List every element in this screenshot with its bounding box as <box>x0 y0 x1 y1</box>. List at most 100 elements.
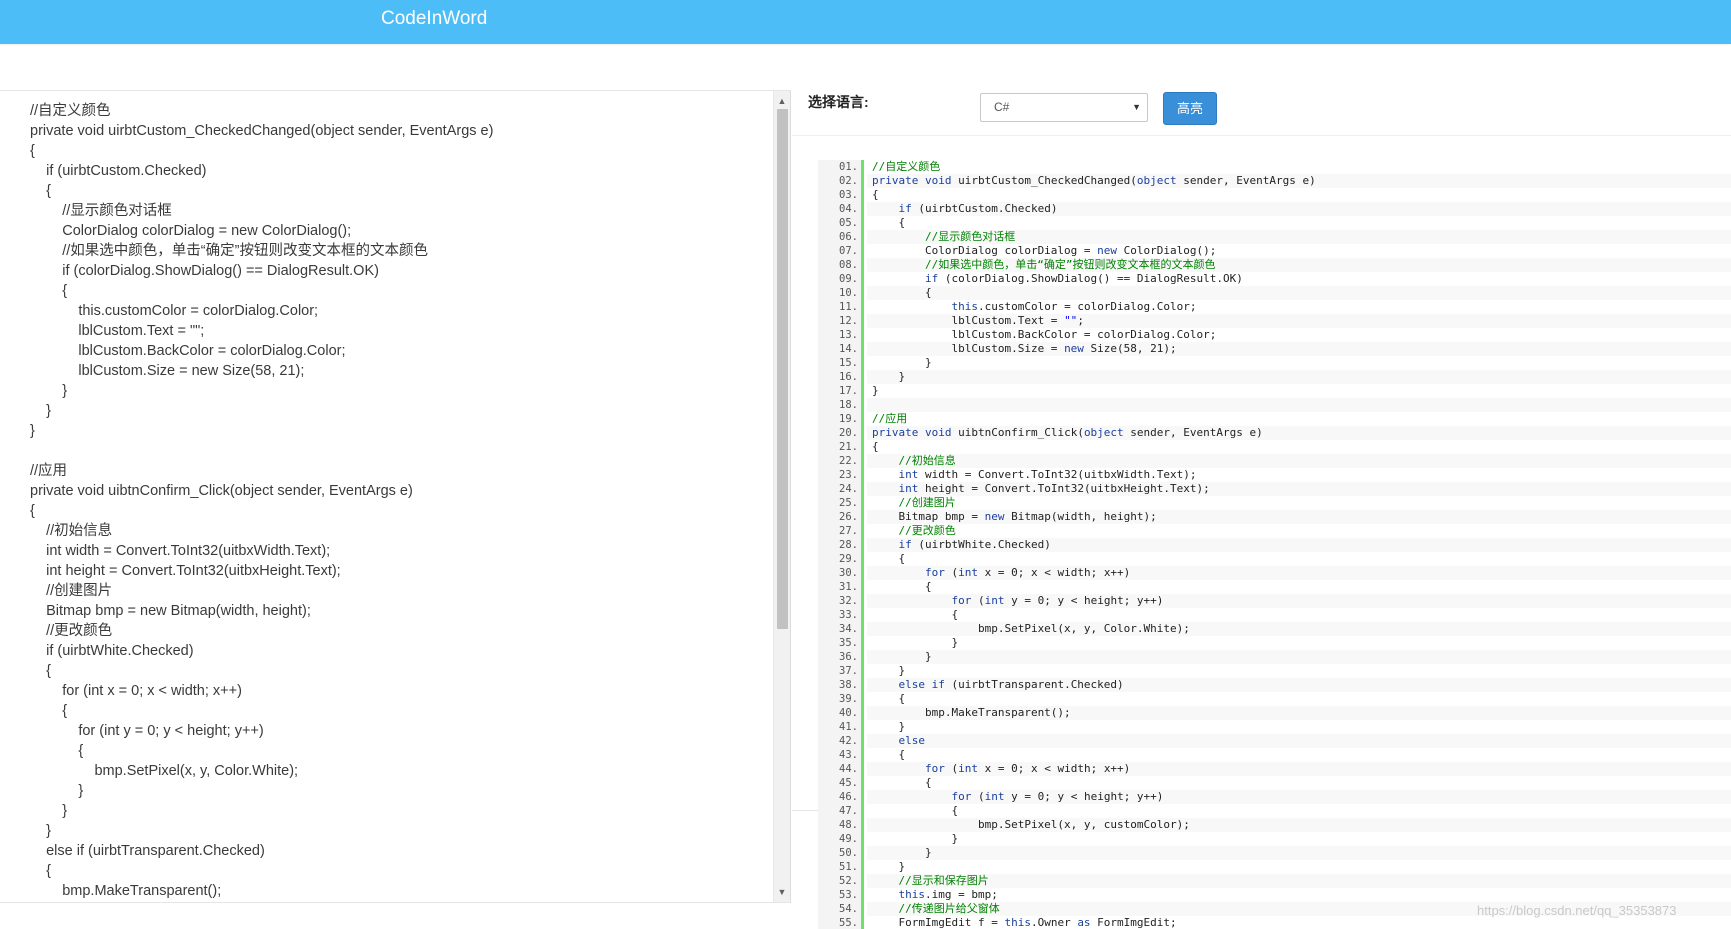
comment-token: //初始信息 <box>898 454 956 467</box>
code-text: private void uirbtCustom_CheckedChanged(… <box>867 174 1731 188</box>
code-token: lblCustom.Text = <box>872 314 1065 327</box>
app-title[interactable]: CodeInWord <box>381 8 487 30</box>
keyword-token: new <box>1064 342 1084 355</box>
highlighted-code-row: 05. { <box>839 216 1731 230</box>
highlighted-code-row: 30. for (int x = 0; x < width; x++) <box>839 566 1731 580</box>
line-number: 24. <box>839 483 858 495</box>
language-select[interactable]: C# ▼ <box>980 93 1148 122</box>
divider <box>792 135 1731 136</box>
scroll-up-arrow-icon[interactable]: ▲ <box>774 93 790 109</box>
code-line: //更改颜色 <box>30 623 113 639</box>
code-token: { <box>872 748 906 761</box>
line-number: 51. <box>839 861 858 873</box>
code-line: private void uirbtCustom_CheckedChanged(… <box>30 123 494 139</box>
code-text: //自定义颜色 <box>867 160 1731 174</box>
comment-token: //应用 <box>872 412 908 425</box>
code-token: (uirbtTransparent.Checked) <box>944 678 1124 691</box>
comment-token: //更改颜色 <box>898 524 956 537</box>
code-text: //创建图片 <box>867 496 1731 510</box>
editor-scrollbar[interactable]: ▲ ▼ <box>773 91 790 902</box>
highlighted-code-row: 43. { <box>839 748 1731 762</box>
code-text: { <box>867 804 1731 818</box>
line-number: 01. <box>839 161 858 173</box>
highlighted-code-lines: 01. //自定义颜色 02. private void uirbtCustom_Ch… <box>839 160 1731 929</box>
code-token: bmp.SetPixel(x, y, Color.White); <box>872 622 1190 635</box>
line-number: 54. <box>839 903 858 915</box>
string-token: "" <box>1064 314 1078 327</box>
watermark: https://blog.csdn.net/qq_35353873 <box>1477 903 1677 918</box>
top-navbar: CodeInWord <box>0 0 1731 44</box>
code-text: } <box>867 650 1731 664</box>
line-number: 10. <box>839 287 858 299</box>
scroll-down-arrow-icon[interactable]: ▼ <box>774 884 790 900</box>
code-token: } <box>872 664 906 677</box>
code-token: lblCustom.Size = <box>872 342 1065 355</box>
code-line: } <box>30 403 51 419</box>
line-number: 55. <box>839 917 858 929</box>
highlighted-code-row: 44. for (int x = 0; x < width; x++) <box>839 762 1731 776</box>
highlighted-code-row: 50. } <box>839 846 1731 860</box>
highlighted-code-row: 33. { <box>839 608 1731 622</box>
code-text: if (uirbtWhite.Checked) <box>867 538 1731 552</box>
keyword-token: int <box>984 594 1005 607</box>
code-token: sender, EventArgs e) <box>1176 174 1316 187</box>
code-token: .customColor = colorDialog.Color; <box>977 300 1197 313</box>
code-line: { <box>30 743 84 759</box>
line-number: 15. <box>839 357 858 369</box>
line-number: 03. <box>839 189 858 201</box>
code-line: int width = Convert.ToInt32(uitbxWidth.T… <box>30 543 331 559</box>
code-token: { <box>872 216 906 229</box>
highlight-button[interactable]: 高亮 <box>1163 92 1217 125</box>
code-token: uirbtCustom_CheckedChanged( <box>951 174 1137 187</box>
line-number: 36. <box>839 651 858 663</box>
highlighted-code-row: 04. if (uirbtCustom.Checked) <box>839 202 1731 216</box>
line-number: 30. <box>839 567 858 579</box>
line-number: 39. <box>839 693 858 705</box>
keyword-token: int <box>958 566 978 579</box>
keyword-token: else <box>898 734 926 747</box>
keyword-token: object <box>1136 174 1177 187</box>
code-text: } <box>867 636 1731 650</box>
highlighted-code-row: 38. else if (uirbtTransparent.Checked) <box>839 678 1731 692</box>
highlighted-code-block: 01. //自定义颜色 02. private void uirbtCustom_Ch… <box>818 160 1731 929</box>
highlighted-code-row: 19. //应用 <box>839 412 1731 426</box>
code-text: this.img = bmp; <box>867 888 1731 902</box>
code-text: for (int y = 0; y < height; y++) <box>867 594 1731 608</box>
code-text: } <box>867 832 1731 846</box>
keyword-token: else if <box>898 678 945 691</box>
comment-token: //显示颜色对话框 <box>924 230 1016 243</box>
highlighted-code-row: 36. } <box>839 650 1731 664</box>
code-token: } <box>872 720 906 733</box>
code-token: } <box>872 650 932 663</box>
highlighted-code-row: 12. lblCustom.Text = ""; <box>839 314 1731 328</box>
highlighted-code-row: 40. bmp.MakeTransparent(); <box>839 706 1731 720</box>
highlighted-code-row: 39. { <box>839 692 1731 706</box>
highlighted-code-row: 41. } <box>839 720 1731 734</box>
source-code-textarea[interactable]: //自定义颜色 private void uirbtCustom_CheckedC… <box>0 90 791 903</box>
line-number: 53. <box>839 889 858 901</box>
highlighted-code-row: 13. lblCustom.BackColor = colorDialog.Co… <box>839 328 1731 342</box>
code-token: FormImgEdit; <box>1090 916 1177 929</box>
highlighted-code-row: 27. //更改颜色 <box>839 524 1731 538</box>
line-number: 18. <box>839 399 858 411</box>
code-token: x = 0; x < width; x++) <box>977 762 1131 775</box>
scroll-thumb[interactable] <box>777 109 788 629</box>
code-token: ; <box>1077 314 1084 327</box>
code-text: //如果选中颜色，单击“确定”按钮则改变文本框的文本颜色 <box>867 258 1731 272</box>
line-number: 04. <box>839 203 858 215</box>
code-token: ( <box>944 566 959 579</box>
code-line: { <box>30 663 51 679</box>
keyword-token: if <box>924 272 939 285</box>
code-line: //显示颜色对话框 <box>30 203 172 219</box>
highlighted-code-row: 53. this.img = bmp; <box>839 888 1731 902</box>
code-line: for (int x = 0; x < width; x++) <box>30 683 242 699</box>
line-number: 23. <box>839 469 858 481</box>
line-number: 22. <box>839 455 858 467</box>
keyword-token: object <box>1083 426 1124 439</box>
highlighted-code-row: 23. int width = Convert.ToInt32(uitbxWid… <box>839 468 1731 482</box>
highlighted-code-row: 29. { <box>839 552 1731 566</box>
